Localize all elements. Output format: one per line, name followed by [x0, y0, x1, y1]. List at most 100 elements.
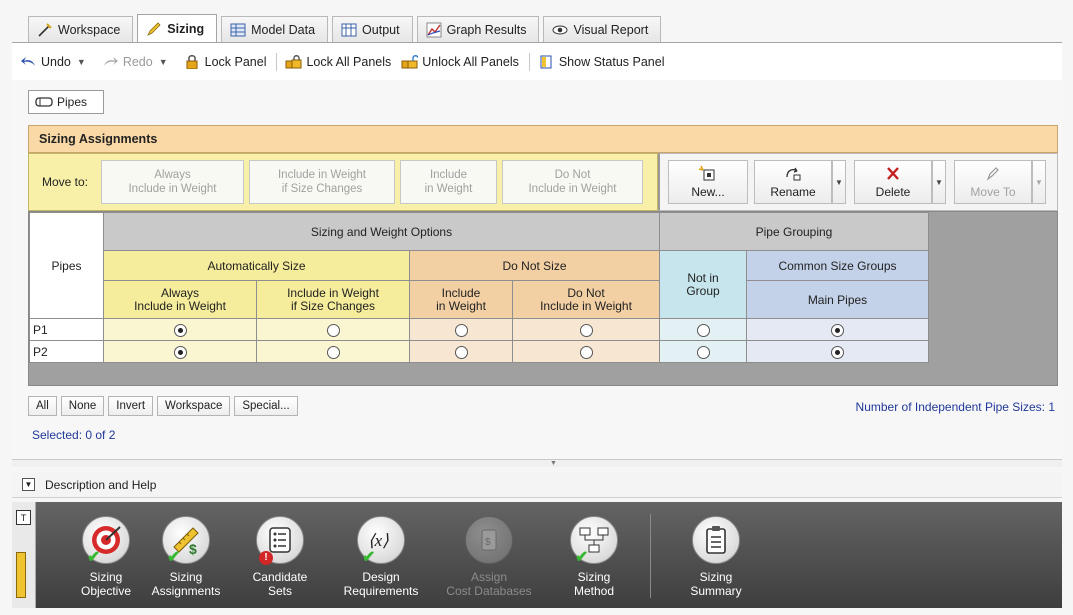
- status-panel-icon: [540, 55, 552, 68]
- pin-icon[interactable]: T: [16, 510, 31, 525]
- select-none-button[interactable]: None: [60, 396, 105, 416]
- redo-button[interactable]: Redo ▼: [102, 55, 174, 69]
- move-always-include-button[interactable]: Always Include in Weight: [101, 160, 244, 204]
- radio-p1-donot[interactable]: [579, 323, 593, 337]
- radio-cell[interactable]: [256, 340, 410, 363]
- radio-cell[interactable]: [409, 340, 513, 363]
- col-header-line1: Include in Weight: [287, 285, 379, 300]
- output-grid-icon: [341, 23, 357, 36]
- include-if-size-changes-column-header[interactable]: Include in Weight if Size Changes: [256, 280, 410, 319]
- panel-splitter[interactable]: ▼: [12, 459, 1062, 467]
- tab-sizing[interactable]: Sizing: [137, 14, 218, 43]
- description-help-bar[interactable]: ▼ Description and Help: [12, 472, 1062, 498]
- sizing-assignments-header: Sizing Assignments: [28, 125, 1058, 153]
- lock-panel-label: Lock Panel: [204, 54, 267, 69]
- ribbon-label-line2: Assignments: [151, 584, 221, 598]
- include-in-weight-column-header[interactable]: Include in Weight: [409, 280, 513, 319]
- radio-cell[interactable]: [103, 340, 257, 363]
- ribbon-design-requirements[interactable]: ⟨x⟩ ✔ Design Requirements: [338, 516, 424, 598]
- rename-dropdown-icon[interactable]: ▼: [832, 160, 846, 204]
- eye-icon: [552, 25, 568, 34]
- move-btn-line1: Always: [154, 169, 191, 181]
- redo-icon: [103, 56, 118, 66]
- radio-cell[interactable]: [512, 340, 660, 363]
- radio-p2-donot[interactable]: [579, 345, 593, 359]
- undo-icon: [21, 56, 35, 66]
- radio-p1-ifsize[interactable]: [326, 323, 340, 337]
- redo-dropdown-icon[interactable]: ▼: [159, 57, 168, 67]
- ribbon-sizing-assignments[interactable]: $ ✔ Sizing Assignments: [143, 516, 229, 598]
- ruler-dollar-icon: $ ✔: [162, 516, 210, 566]
- tab-workspace[interactable]: Workspace: [28, 16, 134, 42]
- select-invert-button[interactable]: Invert: [108, 396, 154, 416]
- rename-label: Rename: [770, 185, 816, 199]
- ribbon-status-bar-icon[interactable]: [16, 552, 26, 598]
- radio-cell[interactable]: [746, 340, 929, 363]
- radio-p1-notingroup[interactable]: [696, 323, 710, 337]
- undo-dropdown-icon[interactable]: ▼: [77, 57, 86, 67]
- radio-cell[interactable]: [659, 318, 747, 341]
- automatically-size-header: Automatically Size: [103, 250, 410, 281]
- radio-p2-ifsize[interactable]: [326, 345, 340, 359]
- tab-output[interactable]: Output: [332, 16, 413, 42]
- pencil-icon: [147, 22, 161, 36]
- select-all-button[interactable]: All: [28, 396, 57, 416]
- unlock-all-panels-button[interactable]: Unlock All Panels: [401, 55, 519, 69]
- ribbon-sizing-summary[interactable]: Sizing Summary: [673, 516, 759, 598]
- graph-icon: [426, 22, 442, 37]
- radio-p2-notingroup[interactable]: [696, 345, 710, 359]
- tab-graph-results[interactable]: Graph Results: [416, 16, 540, 42]
- radio-p2-mainpipes[interactable]: [831, 345, 844, 359]
- radio-cell[interactable]: [746, 318, 929, 341]
- tab-pipes[interactable]: Pipes: [28, 90, 104, 114]
- move-btn-line2: Include in Weight: [528, 183, 617, 195]
- show-status-panel-button[interactable]: Show Status Panel: [538, 55, 664, 69]
- lock-all-panels-button[interactable]: Lock All Panels: [285, 55, 391, 69]
- radio-cell[interactable]: [103, 318, 257, 341]
- ribbon-assign-cost-databases[interactable]: $ Assign Cost Databases: [446, 516, 532, 598]
- ribbon-candidate-sets[interactable]: ! Candidate Sets: [237, 516, 323, 598]
- radio-cell[interactable]: [659, 340, 747, 363]
- select-special-button[interactable]: Special...: [234, 396, 298, 416]
- move-btn-line2: Include in Weight: [128, 183, 217, 195]
- lock-panel-button[interactable]: Lock Panel: [184, 54, 267, 69]
- ribbon-sizing-method[interactable]: ✔ Sizing Method: [551, 516, 637, 598]
- radio-p2-always[interactable]: [173, 345, 187, 359]
- radio-cell[interactable]: [409, 318, 513, 341]
- redo-label: Redo: [122, 54, 153, 69]
- table-row: P1: [29, 318, 929, 341]
- radio-cell[interactable]: [512, 318, 660, 341]
- radio-p1-mainpipes[interactable]: [831, 323, 844, 337]
- radio-cell[interactable]: [256, 318, 410, 341]
- tab-model-data[interactable]: Model Data: [221, 16, 329, 42]
- radio-p1-include[interactable]: [454, 323, 468, 337]
- expand-chevron-icon[interactable]: ▼: [22, 478, 35, 491]
- splitter-grip-icon[interactable]: ▼: [550, 460, 557, 467]
- always-include-column-header[interactable]: Always Include in Weight: [103, 280, 257, 319]
- radio-p2-include[interactable]: [454, 345, 468, 359]
- pipe-row-label[interactable]: P1: [29, 318, 104, 341]
- move-include-in-weight-button[interactable]: Include in Weight: [400, 160, 497, 204]
- pipe-row-label[interactable]: P2: [29, 340, 104, 363]
- not-in-group-header[interactable]: Not in Group: [659, 250, 747, 319]
- move-to-group-button[interactable]: Move To: [954, 160, 1032, 204]
- tab-visual-report[interactable]: Visual Report: [543, 16, 662, 42]
- ribbon-label-line2: Method: [573, 584, 615, 598]
- move-include-if-size-changes-button[interactable]: Include in Weight if Size Changes: [249, 160, 395, 204]
- ribbon-sizing-objective[interactable]: ✔ Sizing Objective: [63, 516, 149, 598]
- move-to-dropdown-icon[interactable]: ▼: [1032, 160, 1046, 204]
- radio-p1-always[interactable]: [173, 323, 187, 337]
- new-group-button[interactable]: New...: [668, 160, 748, 204]
- pipe-grouping-header: Pipe Grouping: [659, 212, 929, 251]
- cost-database-icon: $: [465, 516, 513, 564]
- delete-group-button[interactable]: Delete: [854, 160, 932, 204]
- main-pipes-group-header[interactable]: Main Pipes: [746, 280, 929, 319]
- select-workspace-button[interactable]: Workspace: [157, 396, 231, 416]
- delete-dropdown-icon[interactable]: ▼: [932, 160, 946, 204]
- move-do-not-include-button[interactable]: Do Not Include in Weight: [502, 160, 643, 204]
- rename-group-button[interactable]: Rename: [754, 160, 832, 204]
- undo-button[interactable]: Undo ▼: [20, 55, 92, 69]
- check-icon: ✔: [362, 549, 376, 566]
- do-not-include-column-header[interactable]: Do Not Include in Weight: [512, 280, 660, 319]
- lock-icon: [186, 54, 198, 69]
